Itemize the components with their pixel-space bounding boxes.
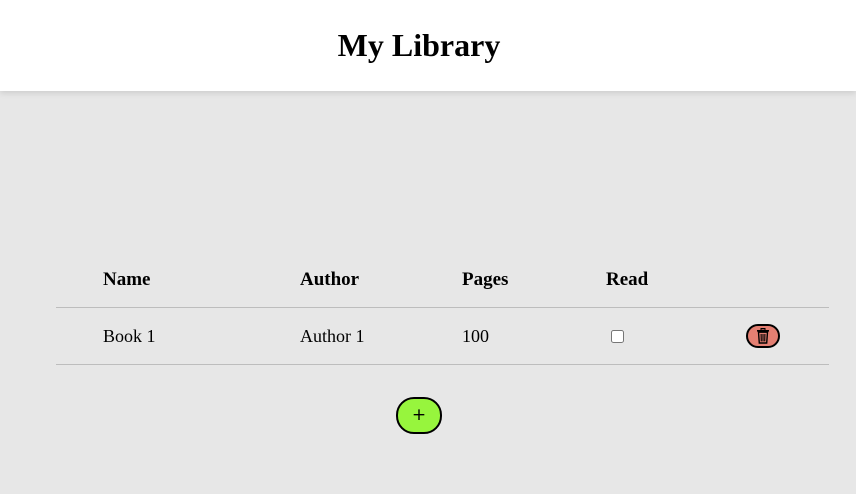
column-header-pages: Pages bbox=[462, 252, 606, 308]
column-header-name: Name bbox=[56, 252, 300, 308]
column-header-read: Read bbox=[606, 252, 746, 308]
table-header-row: Name Author Pages Read bbox=[56, 252, 829, 308]
page-title: My Library bbox=[337, 27, 501, 63]
library-table-container: Name Author Pages Read Book 1 Author 1 1… bbox=[56, 252, 829, 365]
book-name-cell: Book 1 bbox=[56, 307, 300, 365]
trash-icon bbox=[757, 328, 769, 344]
app-header: My Library bbox=[0, 0, 856, 91]
column-header-author: Author bbox=[300, 252, 462, 308]
table-row: Book 1 Author 1 100 bbox=[56, 307, 829, 365]
read-checkbox[interactable] bbox=[611, 329, 624, 343]
column-header-actions bbox=[746, 252, 829, 308]
library-table: Name Author Pages Read Book 1 Author 1 1… bbox=[56, 252, 829, 365]
delete-book-button[interactable] bbox=[746, 324, 780, 348]
book-pages-cell: 100 bbox=[462, 307, 606, 365]
book-author-cell: Author 1 bbox=[300, 307, 462, 365]
add-book-button[interactable]: + bbox=[396, 397, 442, 434]
book-read-cell bbox=[606, 307, 746, 365]
book-actions-cell bbox=[746, 307, 829, 365]
